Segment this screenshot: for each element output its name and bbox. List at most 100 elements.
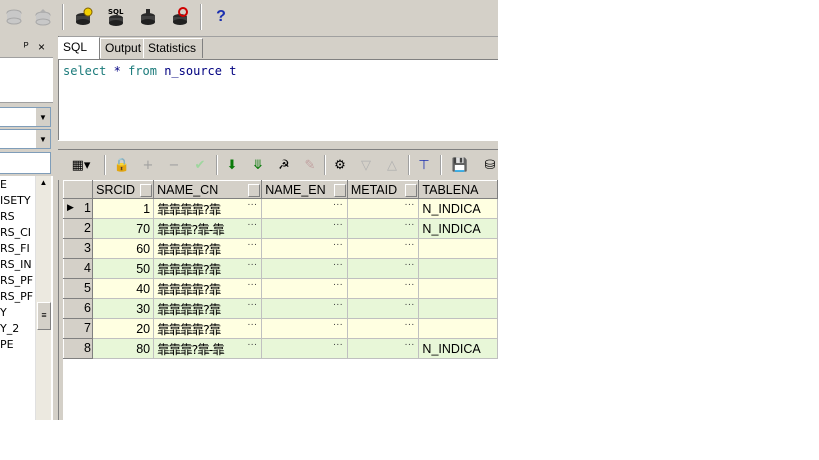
chevron-down-icon[interactable]: ▼ (35, 130, 50, 148)
table-row[interactable]: 6 30 靠靠靠靠?靠 ··· ··· ··· (62, 298, 498, 319)
refresh-db-button[interactable] (168, 6, 192, 28)
cell-name-en[interactable]: ··· (261, 338, 348, 359)
edit-ellipsis-button[interactable]: ··· (247, 339, 257, 350)
cell-tablename[interactable]: N_INDICA (418, 218, 498, 239)
edit-ellipsis-button[interactable]: ··· (247, 299, 257, 310)
filter-input[interactable] (0, 152, 51, 174)
cell-metaid[interactable]: ··· (347, 338, 420, 359)
db-disabled-button[interactable] (2, 6, 26, 28)
cell-metaid[interactable]: ··· (347, 298, 420, 319)
cell-name-cn[interactable]: 靠靠靠靠?靠 ··· (153, 198, 263, 219)
cell-tablename[interactable] (418, 318, 498, 339)
sql-editor[interactable]: select * from n_source t (58, 59, 498, 141)
list-item[interactable]: RS_PF (0, 290, 33, 303)
edit-ellipsis-button[interactable]: ··· (404, 279, 414, 290)
sort-asc-button[interactable]: △ (382, 156, 402, 174)
row-header[interactable]: ▶ 1 (62, 198, 94, 219)
edit-ellipsis-button[interactable]: ··· (333, 259, 343, 270)
row-header[interactable]: 2 (62, 218, 94, 239)
cell-name-en[interactable]: ··· (261, 218, 348, 239)
edit-ellipsis-button[interactable]: ··· (247, 259, 257, 270)
edit-ellipsis-button[interactable]: ··· (404, 219, 414, 230)
cell-metaid[interactable]: ··· (347, 198, 420, 219)
scroll-thumb[interactable]: ≡ (37, 302, 51, 330)
editor-grid-splitter[interactable] (58, 140, 498, 150)
table-row[interactable]: 8 80 靠靠靠?靠-靠 ··· ··· ··· N_INDICA (62, 338, 498, 359)
cell-metaid[interactable]: ··· (347, 218, 420, 239)
cell-name-cn[interactable]: 靠靠靠靠?靠 ··· (153, 258, 263, 279)
table-row[interactable]: 5 40 靠靠靠靠?靠 ··· ··· ··· (62, 278, 498, 299)
sort-desc-button[interactable]: ▽ (356, 156, 376, 174)
tab-output[interactable]: Output (100, 38, 144, 58)
corner-header[interactable] (62, 180, 94, 199)
cell-name-cn[interactable]: 靠靠靠?靠-靠 ··· (153, 218, 263, 239)
cell-srcid[interactable]: 20 (92, 318, 155, 339)
cell-tablename[interactable] (418, 278, 498, 299)
row-header[interactable]: 6 (62, 298, 94, 319)
edit-ellipsis-button[interactable]: ··· (333, 339, 343, 350)
cell-tablename[interactable] (418, 238, 498, 259)
link-button[interactable]: ⊤ (414, 156, 434, 174)
cell-srcid[interactable]: 30 (92, 298, 155, 319)
cell-srcid[interactable]: 1 (92, 198, 155, 219)
cell-name-cn[interactable]: 靠靠靠靠?靠 ··· (153, 318, 263, 339)
cell-name-en[interactable]: ··· (261, 298, 348, 319)
cell-metaid[interactable]: ··· (347, 318, 420, 339)
list-item[interactable]: RS (0, 210, 15, 223)
cell-tablename[interactable] (418, 258, 498, 279)
object-type-select[interactable]: ▼ (0, 129, 51, 149)
table-row[interactable]: 3 60 靠靠靠靠?靠 ··· ··· ··· (62, 238, 498, 259)
cell-tablename[interactable] (418, 298, 498, 319)
edit-ellipsis-button[interactable]: ··· (333, 299, 343, 310)
cell-metaid[interactable]: ··· (347, 258, 420, 279)
list-item[interactable]: E (0, 178, 7, 191)
list-item[interactable]: ISETY (0, 194, 31, 207)
edit-ellipsis-button[interactable]: ··· (404, 199, 414, 210)
list-item[interactable]: Y (0, 306, 7, 319)
db-connect-button[interactable] (72, 6, 96, 28)
chevron-down-icon[interactable]: ▼ (35, 108, 50, 126)
cell-name-en[interactable]: ··· (261, 278, 348, 299)
list-item[interactable]: PE (0, 338, 14, 351)
cell-name-cn[interactable]: 靠靠靠?靠-靠 ··· (153, 338, 263, 359)
sql-window-button[interactable]: SQL (104, 6, 128, 28)
table-row[interactable]: 4 50 靠靠靠靠?靠 ··· ··· ··· (62, 258, 498, 279)
user-select[interactable]: ▼ (0, 107, 51, 127)
help-button[interactable]: ? (209, 6, 233, 28)
edit-ellipsis-button[interactable]: ··· (333, 319, 343, 330)
row-header[interactable]: 5 (62, 278, 94, 299)
edit-ellipsis-button[interactable]: ··· (404, 319, 414, 330)
cell-name-en[interactable]: ··· (261, 238, 348, 259)
edit-ellipsis-button[interactable]: ··· (247, 199, 257, 210)
post-changes-button[interactable]: ✔ (190, 156, 210, 174)
list-item[interactable]: Y_2 (0, 322, 19, 335)
db-up-disabled-button[interactable] (31, 6, 55, 28)
lock-button[interactable]: 🔒 (112, 156, 132, 174)
cell-srcid[interactable]: 80 (92, 338, 155, 359)
cell-srcid[interactable]: 40 (92, 278, 155, 299)
last-page-button[interactable]: ⤋ (248, 156, 268, 174)
cell-name-en[interactable]: ··· (261, 318, 348, 339)
save-button[interactable]: 💾 (450, 156, 470, 174)
delete-record-button[interactable]: − (164, 156, 184, 174)
column-header-metaid[interactable]: METAID (346, 180, 420, 199)
list-item[interactable]: RS_PF (0, 274, 33, 287)
cell-srcid[interactable]: 60 (92, 238, 155, 259)
cell-tablename[interactable]: N_INDICA (418, 338, 498, 359)
query-by-example-button[interactable]: ⚙ (330, 156, 350, 174)
edit-ellipsis-button[interactable]: ··· (333, 239, 343, 250)
edit-ellipsis-button[interactable]: ··· (404, 299, 414, 310)
cell-name-cn[interactable]: 靠靠靠靠?靠 ··· (153, 238, 263, 259)
cell-srcid[interactable]: 50 (92, 258, 155, 279)
edit-ellipsis-button[interactable]: ··· (404, 339, 414, 350)
edit-ellipsis-button[interactable]: ··· (247, 239, 257, 250)
table-row[interactable]: 2 70 靠靠靠?靠-靠 ··· ··· ··· N_INDICA (62, 218, 498, 239)
column-header-srcid[interactable]: SRCID (92, 180, 155, 199)
cell-name-en[interactable]: ··· (261, 258, 348, 279)
insert-record-button[interactable]: + (138, 156, 158, 174)
next-page-button[interactable]: ⬇ (222, 156, 242, 174)
edit-ellipsis-button[interactable]: ··· (404, 259, 414, 270)
clear-button[interactable]: ✎ (300, 156, 320, 174)
grid-select-button[interactable]: ▦▾ (66, 156, 96, 174)
sql-text[interactable]: select * from n_source t (63, 64, 236, 78)
